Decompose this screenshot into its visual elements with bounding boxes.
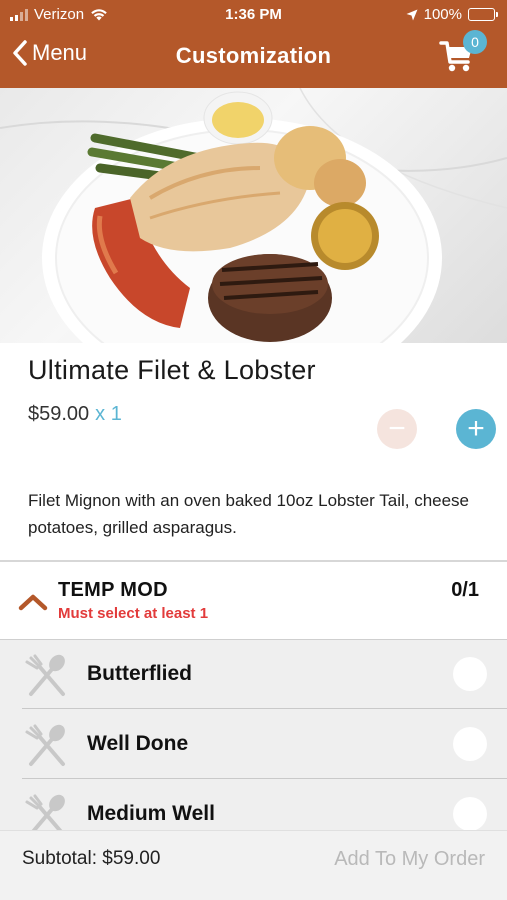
item-price-row: $59.00 x 1 [28,403,122,426]
status-bar: Verizon 1:36 PM 100% [0,0,507,30]
utensils-icon [25,654,65,696]
item-description: Filet Mignon with an oven baked 10oz Lob… [28,491,470,537]
chevron-up-icon[interactable] [18,593,48,611]
option-label: Medium Well [87,802,215,825]
modifier-selection-count: 0/1 [451,579,479,601]
option-radio[interactable] [453,797,487,831]
option-medium-well[interactable]: Medium Well [22,780,507,831]
option-well-done[interactable]: Well Done [22,710,507,779]
decrease-quantity-button[interactable]: − [377,409,417,449]
battery-icon [468,8,498,21]
utensils-icon [25,794,65,831]
navigation-header: Verizon 1:36 PM 100% Menu Customization [0,0,507,88]
cart-button[interactable]: 0 [439,30,487,76]
modifier-options-list[interactable]: Butterflied Well Done Medium Well [0,639,507,831]
option-label: Butterflied [87,662,192,685]
location-arrow-icon [406,9,418,20]
option-radio[interactable] [453,657,487,691]
item-quantity: x 1 [95,403,122,425]
utensils-icon [25,724,65,766]
add-to-order-button[interactable]: Add To My Order [334,848,485,871]
item-photo [0,88,507,343]
option-radio[interactable] [453,727,487,761]
option-label: Well Done [87,732,189,755]
increase-quantity-button[interactable]: + [456,409,496,449]
cart-count-badge: 0 [463,30,487,54]
modifier-group-title: TEMP MOD [58,579,168,601]
battery-percent: 100% [423,6,462,23]
item-name: Ultimate Filet & Lobster [28,355,316,385]
subtotal-label: Subtotal: $59.00 [22,848,161,869]
item-price: $59.00 [28,403,90,425]
modifier-requirement: Must select at least 1 [58,605,209,622]
option-butterflied[interactable]: Butterflied [22,640,507,709]
page-title: Customization [175,43,332,68]
